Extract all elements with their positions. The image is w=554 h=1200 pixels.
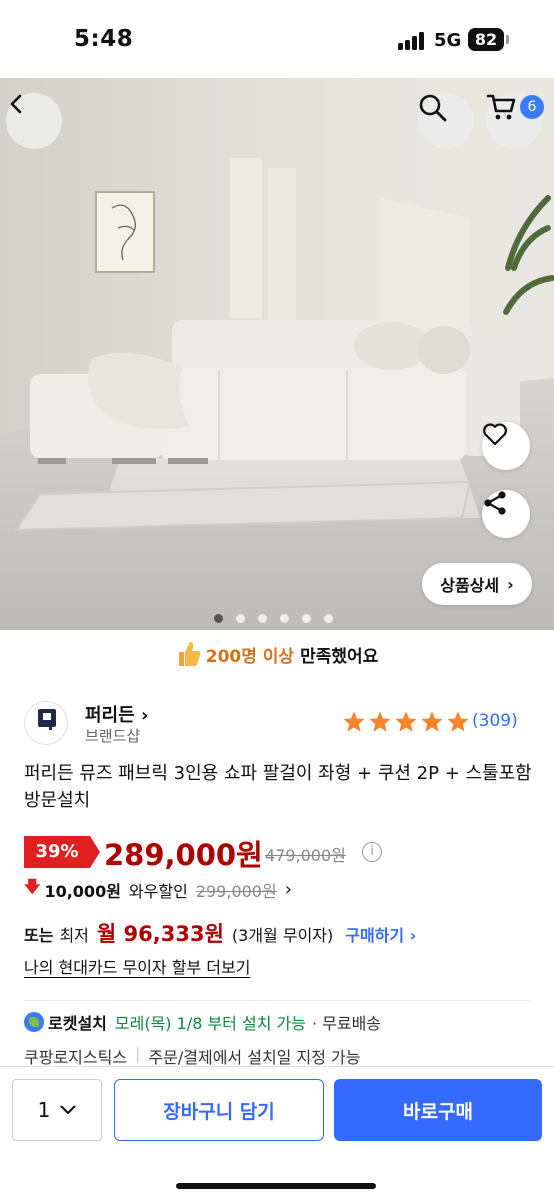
product-title: 퍼리든 뮤즈 패브릭 3인용 쇼파 팔걸이 좌형 + 쿠션 2P + 스툴포함 … — [24, 763, 532, 811]
arrow-down-icon: 🡇 — [24, 877, 41, 896]
status-time: 5:48 — [74, 26, 134, 52]
satisfaction-count: 200명 이상 — [205, 646, 295, 667]
thumbs-up-icon — [178, 642, 201, 666]
installment-min-label: 최저 — [59, 926, 89, 945]
card-installment-link[interactable]: 나의 현대카드 무이자 할부 더보기 — [24, 954, 250, 978]
install-date: 모레(목) 1/8 부터 설치 가능 — [114, 1014, 306, 1033]
sale-price: 289,000원 — [104, 838, 263, 872]
sofa-photo — [0, 78, 554, 630]
battery-tip — [506, 35, 509, 44]
star-icon — [343, 711, 365, 732]
rocket-install-label: 로켓설치 — [48, 1014, 107, 1033]
product-detail-button[interactable]: 상품상세 › — [422, 563, 532, 605]
cart-icon — [486, 94, 516, 120]
add-to-cart-button[interactable]: 장바구니 담기 — [114, 1079, 324, 1141]
pager-dot[interactable] — [258, 614, 267, 623]
brand-shop-label[interactable]: 브랜드샵 — [85, 725, 140, 746]
star-icon — [369, 711, 391, 732]
divider — [24, 1000, 530, 1001]
product-detail-label: 상품상세 — [440, 576, 500, 595]
separator: | — [135, 1044, 141, 1063]
install-schedule-note: 주문/결제에서 설치일 지정 가능 — [148, 1048, 361, 1067]
rocket-install-row: 로켓설치 모레(목) 1/8 부터 설치 가능 · 무료배송 — [24, 1010, 381, 1034]
bottom-action-bar: 1 장바구니 담기 바로구매 — [0, 1066, 554, 1200]
star-icon — [395, 711, 417, 732]
chevron-left-icon — [10, 94, 22, 114]
review-count-link[interactable]: (309) — [472, 711, 518, 731]
wow-discount-row[interactable]: 🡇 10,000원 와우할인 299,000원 › — [24, 876, 292, 903]
rating-stars[interactable] — [342, 710, 470, 734]
installment-prefix: 또는 — [24, 926, 54, 945]
pager-dot[interactable] — [280, 614, 289, 623]
installment-buy-label: 구매하기 — [345, 926, 405, 945]
pager-dot[interactable] — [302, 614, 311, 623]
pager-dot[interactable] — [236, 614, 245, 623]
star-icon — [447, 711, 469, 732]
share-icon — [484, 491, 506, 515]
wow-discount-amount: 10,000원 — [44, 881, 121, 901]
installment-row: 또는 최저 월 96,333원 (3개월 무이자) 구매하기 › — [24, 918, 416, 948]
quantity-value: 1 — [37, 1098, 51, 1122]
buy-now-button[interactable]: 바로구매 — [334, 1079, 542, 1141]
heart-icon — [483, 423, 507, 446]
wow-original-price: 299,000원 — [195, 881, 277, 901]
battery-icon: 82 — [468, 28, 504, 51]
cart-count-badge: 6 — [520, 95, 544, 119]
logistics-row: 쿠팡로지스틱스 | 주문/결제에서 설치일 지정 가능 — [24, 1044, 360, 1068]
installment-months: (3개월 무이자) — [231, 926, 334, 945]
back-button[interactable] — [6, 93, 62, 149]
chevron-right-icon: › — [284, 879, 292, 900]
status-bar: 5:48 5G 82 — [0, 0, 554, 78]
network-type: 5G — [434, 30, 462, 51]
brand-logo-mark — [38, 709, 56, 730]
chevron-down-icon — [60, 1105, 76, 1114]
original-price: 479,000원 — [265, 846, 346, 865]
search-icon — [419, 94, 447, 122]
satisfaction-banner: 200명 이상 만족했어요 — [0, 634, 554, 674]
chevron-right-icon: › — [507, 574, 514, 594]
star-icon — [421, 711, 443, 732]
home-indicator — [176, 1183, 376, 1189]
wishlist-button[interactable] — [482, 422, 530, 470]
installment-buy-link[interactable]: 구매하기 › — [345, 922, 416, 946]
brand-name-link[interactable]: 퍼리든 › — [85, 701, 148, 727]
quantity-select[interactable]: 1 — [12, 1079, 102, 1141]
rocket-install-icon — [24, 1012, 44, 1032]
monthly-price: 월 96,333원 — [96, 922, 224, 946]
search-button[interactable] — [418, 93, 474, 149]
info-icon[interactable]: i — [362, 842, 382, 862]
pager-dot[interactable] — [214, 614, 223, 623]
signal-icon — [398, 32, 428, 50]
share-button[interactable] — [482, 490, 530, 538]
pager-dot[interactable] — [324, 614, 333, 623]
image-pager[interactable] — [214, 614, 333, 624]
discount-badge-arrow — [90, 836, 100, 868]
free-shipping: · 무료배송 — [311, 1014, 382, 1033]
logistics-name: 쿠팡로지스틱스 — [24, 1048, 128, 1067]
brand-logo[interactable] — [24, 701, 68, 745]
product-image[interactable] — [0, 78, 554, 630]
satisfaction-text: 만족했어요 — [300, 646, 379, 667]
wow-discount-label: 와우할인 — [128, 881, 188, 901]
discount-badge: 39% — [24, 836, 90, 868]
